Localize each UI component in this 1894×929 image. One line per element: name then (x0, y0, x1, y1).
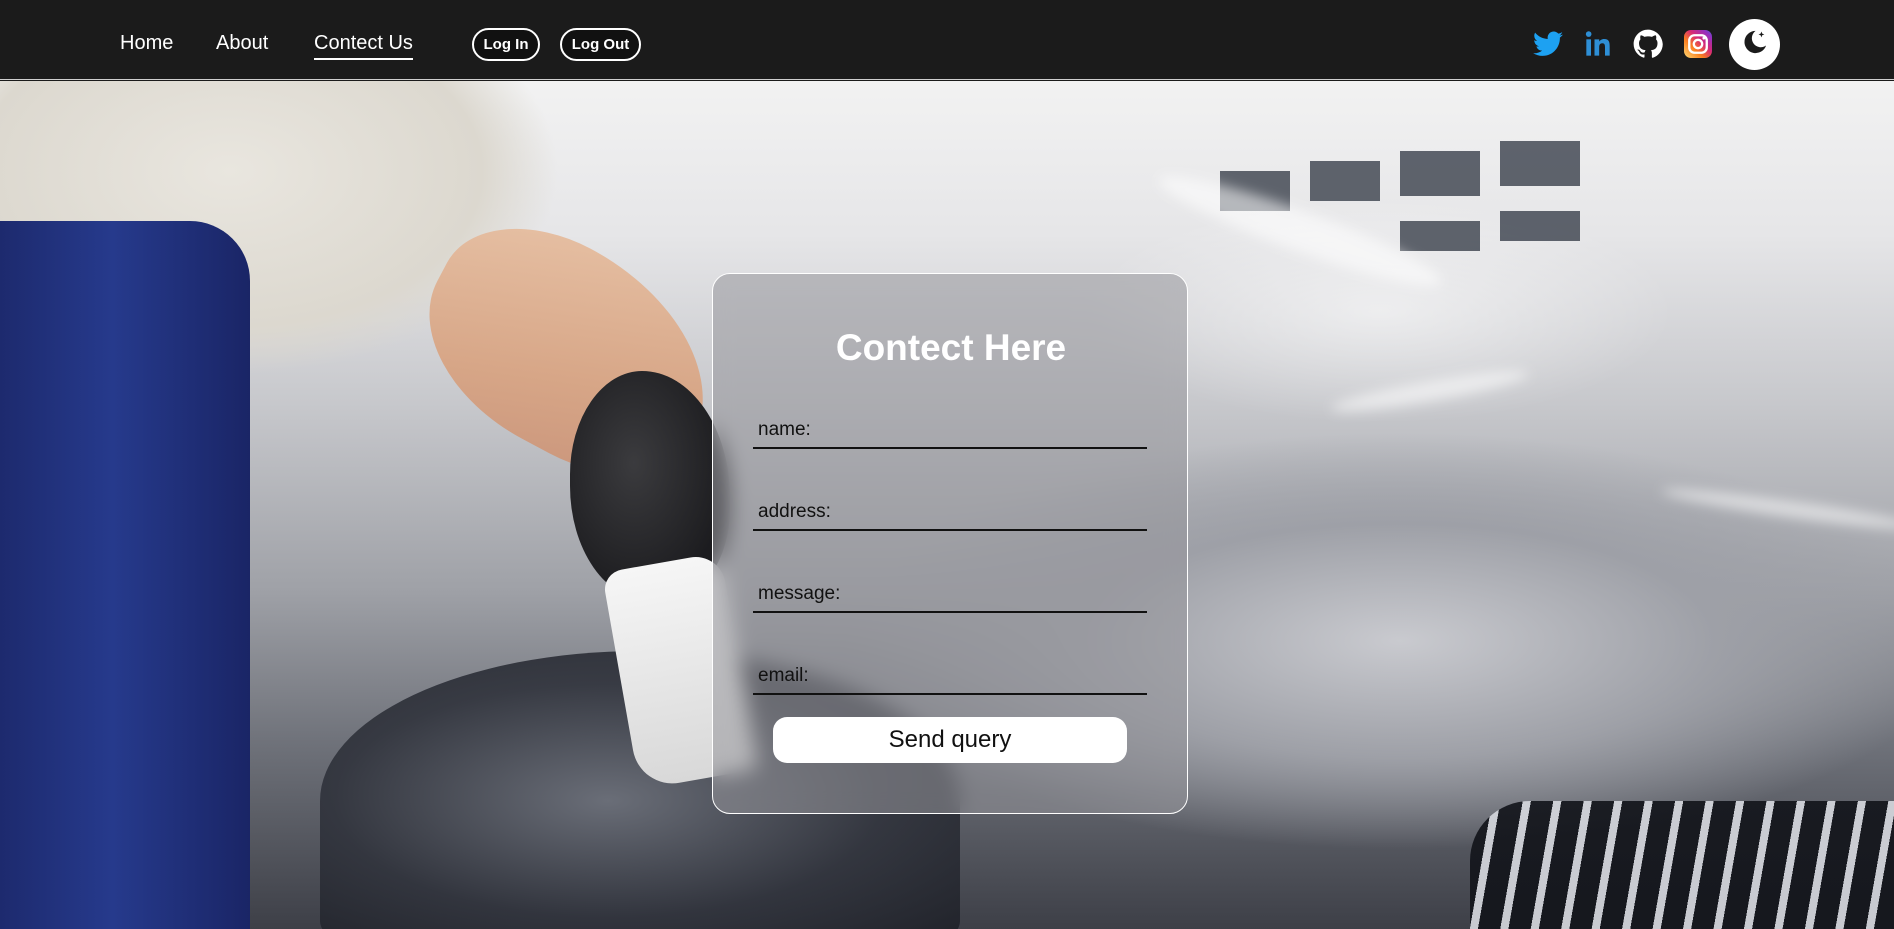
twitter-icon[interactable] (1532, 28, 1564, 60)
message-field[interactable]: message: (753, 573, 1147, 613)
theme-toggle-button[interactable] (1729, 19, 1780, 70)
login-button[interactable]: Log In (472, 28, 540, 61)
address-field[interactable]: address: (753, 491, 1147, 531)
github-icon[interactable] (1632, 28, 1664, 60)
nav-home-link[interactable]: Home (120, 30, 173, 56)
contact-title: Contect Here (835, 327, 1067, 368)
garage-windows (1180, 111, 1660, 271)
navbar: Home About Contect Us Log In Log Out (0, 0, 1894, 80)
moon-star-icon (1741, 28, 1769, 61)
address-field-label: address: (758, 501, 831, 522)
nav-contact-link[interactable]: Contect Us (314, 30, 413, 60)
send-query-button[interactable]: Send query (773, 717, 1127, 763)
linkedin-icon[interactable] (1582, 28, 1614, 60)
email-field[interactable]: email: (753, 655, 1147, 695)
logout-button[interactable]: Log Out (560, 28, 641, 61)
message-field-label: message: (758, 583, 841, 604)
contact-form-card: Contect Here name: address: message: ema… (712, 273, 1188, 814)
car-grille (1470, 801, 1894, 929)
name-field-label: name: (758, 419, 811, 440)
instagram-icon[interactable] (1682, 28, 1714, 60)
nav-about-link[interactable]: About (216, 30, 268, 56)
name-field[interactable]: name: (753, 409, 1147, 449)
person-jeans (0, 221, 250, 929)
email-field-label: email: (758, 665, 809, 686)
